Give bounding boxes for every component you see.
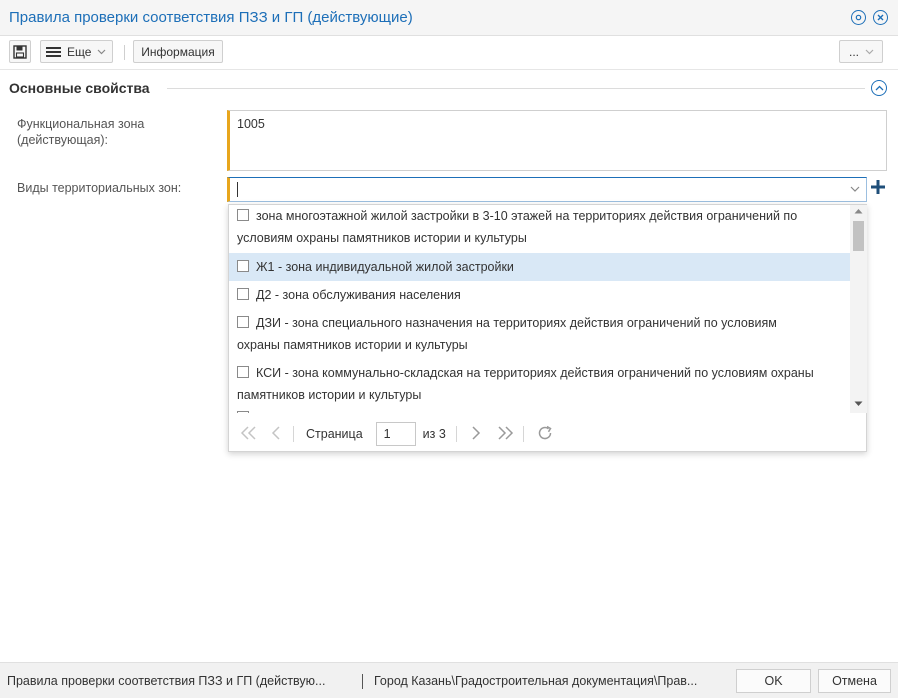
chevron-down-icon bbox=[97, 49, 106, 54]
list-item[interactable]: Ж1 - зона индивидуальной жилой застройки bbox=[229, 253, 850, 281]
add-zone-button[interactable] bbox=[869, 178, 887, 196]
list-item-text: Д2 - зона обслуживания населения bbox=[256, 288, 461, 302]
scrollbar-thumb[interactable] bbox=[853, 221, 864, 251]
collapse-section-icon[interactable] bbox=[871, 80, 887, 96]
zones-list: зона многоэтажной жилой застройки в 3-10… bbox=[229, 205, 850, 413]
section-title: Основные свойства bbox=[9, 80, 150, 96]
list-item-text-line2: памятников истории и культуры bbox=[237, 388, 422, 402]
status-path: Город Казань\Градостроительная документа… bbox=[374, 674, 698, 688]
territorial-zones-label: Виды территориальных зон: bbox=[17, 181, 182, 195]
territorial-zones-input[interactable] bbox=[227, 177, 867, 202]
checkbox[interactable] bbox=[237, 288, 249, 300]
pager-divider bbox=[455, 426, 457, 442]
dropdown-scrollbar[interactable] bbox=[850, 205, 867, 413]
list-item-text: ДЗИ - зона специального назначения на те… bbox=[256, 316, 777, 330]
checkbox[interactable] bbox=[237, 260, 249, 272]
section-divider bbox=[167, 88, 865, 89]
next-page-icon[interactable] bbox=[471, 425, 481, 444]
page-count-label: из 3 bbox=[422, 427, 446, 441]
functional-zone-value: 1005 bbox=[237, 117, 265, 131]
list-item[interactable]: зона многоэтажной жилой застройки в 3-10… bbox=[229, 205, 850, 253]
toolbar-divider bbox=[124, 45, 125, 60]
info-button-label: Информация bbox=[141, 44, 215, 59]
extra-actions-label: ... bbox=[849, 44, 860, 59]
status-divider bbox=[362, 674, 363, 689]
extra-actions-button[interactable]: ... bbox=[839, 40, 883, 63]
cancel-button[interactable]: Отмена bbox=[818, 669, 891, 693]
window-title: Правила проверки соответствия ПЗЗ и ГП (… bbox=[9, 9, 413, 26]
list-item[interactable]: КСИ - зона коммунально-складская на терр… bbox=[229, 359, 850, 409]
close-icon[interactable] bbox=[873, 10, 888, 25]
list-item-text-line2: охраны памятников истории и культуры bbox=[237, 338, 468, 352]
text-cursor bbox=[237, 182, 238, 197]
status-document-title: Правила проверки соответствия ПЗЗ и ГП (… bbox=[7, 674, 326, 688]
checkbox[interactable] bbox=[237, 209, 249, 221]
ok-button[interactable]: OK bbox=[736, 669, 811, 693]
list-item[interactable]: ДЗИ - зона специального назначения на те… bbox=[229, 309, 850, 359]
list-item[interactable]: Д2 - зона обслуживания населения bbox=[229, 281, 850, 309]
functional-zone-label: Функциональная зона (действующая): bbox=[17, 117, 145, 147]
pager-divider bbox=[522, 426, 524, 442]
pager-divider bbox=[293, 426, 294, 442]
pager: Страница 1 из 3 bbox=[229, 417, 866, 451]
scroll-up-icon[interactable] bbox=[854, 208, 863, 214]
functional-zone-field[interactable]: 1005 bbox=[227, 110, 887, 171]
list-item-text: КСИ - зона коммунально-складская на терр… bbox=[256, 366, 814, 380]
save-button[interactable] bbox=[9, 40, 31, 63]
prev-page-icon[interactable] bbox=[271, 425, 281, 444]
page-label: Страница bbox=[306, 427, 363, 441]
refresh-icon[interactable] bbox=[536, 424, 554, 445]
last-page-icon[interactable] bbox=[495, 425, 515, 444]
chevron-down-icon[interactable] bbox=[850, 186, 860, 193]
save-icon bbox=[13, 44, 27, 59]
ok-button-label: OK bbox=[764, 674, 783, 688]
checkbox[interactable] bbox=[237, 366, 249, 378]
window-titlebar: Правила проверки соответствия ПЗЗ и ГП (… bbox=[0, 0, 898, 36]
partial-checkbox bbox=[237, 411, 249, 413]
cancel-button-label: Отмена bbox=[832, 674, 877, 688]
scroll-down-icon[interactable] bbox=[854, 401, 863, 407]
zones-dropdown: зона многоэтажной жилой застройки в 3-10… bbox=[228, 204, 867, 452]
settings-icon[interactable] bbox=[851, 10, 866, 25]
list-item-text: Ж1 - зона индивидуальной жилой застройки bbox=[256, 260, 514, 274]
list-item-text: зона многоэтажной жилой застройки в 3-10… bbox=[256, 209, 798, 223]
menu-icon bbox=[46, 46, 61, 57]
chevron-down-icon bbox=[865, 49, 874, 54]
page-number-input[interactable]: 1 bbox=[375, 422, 416, 446]
statusbar: Правила проверки соответствия ПЗЗ и ГП (… bbox=[0, 662, 898, 698]
checkbox[interactable] bbox=[237, 316, 249, 328]
list-item-text-line2: условиям охраны памятников истории и кул… bbox=[237, 231, 527, 245]
more-menu-button[interactable]: Еще bbox=[40, 40, 113, 63]
info-button[interactable]: Информация bbox=[133, 40, 223, 63]
first-page-icon[interactable] bbox=[239, 425, 259, 444]
more-menu-label: Еще bbox=[67, 44, 92, 59]
plus-icon bbox=[871, 180, 885, 194]
toolbar: Еще Информация ... bbox=[0, 36, 898, 70]
